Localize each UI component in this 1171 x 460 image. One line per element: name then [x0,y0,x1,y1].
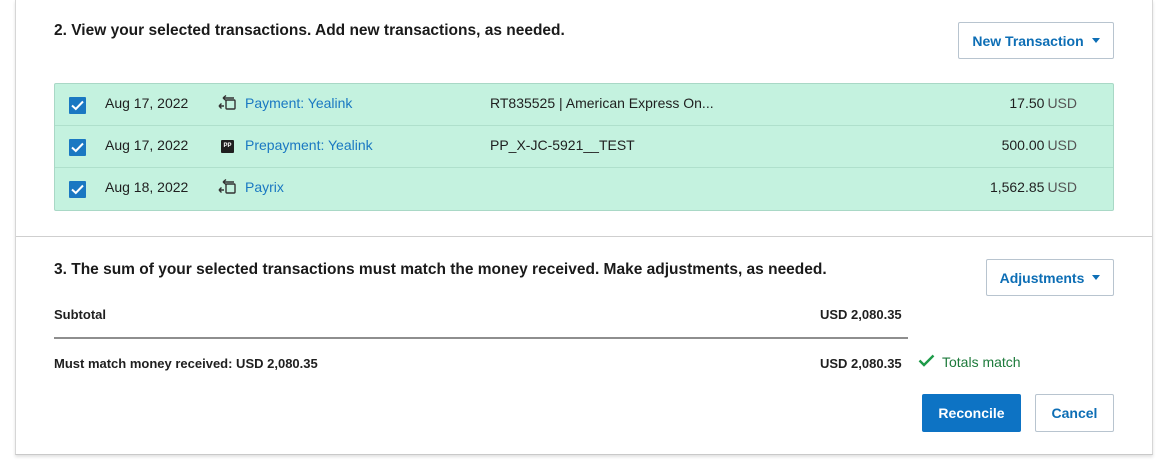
transaction-reference: PP_X-JC-5921__TEST [490,137,635,153]
transaction-date: Aug 18, 2022 [105,179,189,195]
section-2-heading: 2. View your selected transactions. Add … [54,22,565,39]
adjustments-label: Adjustments [999,269,1085,286]
new-transaction-button[interactable]: New Transaction [958,22,1114,59]
selected-transactions-list: Aug 17, 2022 Payment: Yealink RT835525 |… [54,83,1114,211]
section-3-heading: 3. The sum of your selected transactions… [54,261,827,278]
section-divider [16,236,1152,237]
transaction-reference: RT835525 | American Express On... [490,95,714,111]
reconcile-panel: 2. View your selected transactions. Add … [15,0,1153,455]
subtotal-label: Subtotal [54,307,106,322]
payment-transfer-icon [217,178,239,196]
must-match-value: USD 2,080.35 [820,356,902,371]
chevron-down-icon [1091,38,1100,43]
must-match-label: Must match money received: USD 2,080.35 [54,356,318,371]
transaction-date: Aug 17, 2022 [105,95,189,111]
transaction-checkbox[interactable] [69,181,86,198]
chevron-down-icon [1092,275,1101,280]
transaction-checkbox[interactable] [69,97,86,114]
cancel-button[interactable]: Cancel [1035,394,1114,432]
prepayment-badge-icon: PP [221,140,234,153]
transaction-link[interactable]: Prepayment: Yealink [245,137,373,153]
totals-match-status: Totals match [918,354,1021,370]
transaction-link[interactable]: Payment: Yealink [245,95,352,111]
payment-transfer-icon [217,94,239,112]
adjustments-button[interactable]: Adjustments [986,259,1114,296]
transaction-amount: 1,562.85 USD [989,179,1077,195]
reconcile-button[interactable]: Reconcile [922,394,1021,432]
transaction-row: Aug 17, 2022 Payment: Yealink RT835525 |… [55,84,1113,126]
totals-match-text: Totals match [942,354,1021,370]
transaction-checkbox[interactable] [69,139,86,156]
transaction-row: Aug 18, 2022 Payrix 1,562.85 USD [55,168,1113,210]
transaction-row: Aug 17, 2022 PP Prepayment: Yealink PP_X… [55,126,1113,168]
transaction-amount: 17.50 USD [1009,95,1077,111]
subtotal-value: USD 2,080.35 [820,307,902,322]
sum-divider [54,337,908,339]
transaction-link[interactable]: Payrix [245,179,284,195]
check-icon [918,354,935,370]
transaction-date: Aug 17, 2022 [105,137,189,153]
transaction-amount: 500.00 USD [1001,137,1077,153]
new-transaction-label: New Transaction [972,32,1084,49]
